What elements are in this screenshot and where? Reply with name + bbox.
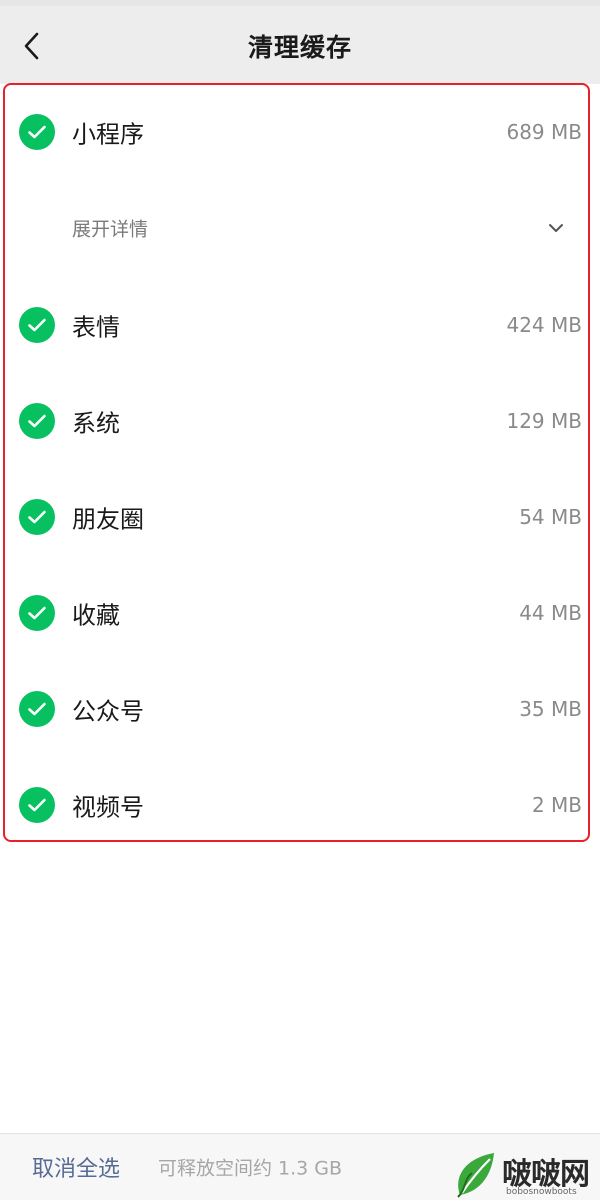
item-label: 朋友圈 [72,505,144,534]
item-size: 2 MB [531,793,582,817]
checkmark-icon [28,318,46,332]
item-label: 视频号 [72,793,144,822]
cache-item-stickers[interactable]: 表情 424 MB [0,293,600,357]
item-size: 54 MB [519,505,582,529]
item-size: 35 MB [519,697,582,721]
item-label: 小程序 [72,120,144,149]
cache-item-mini-programs[interactable]: 小程序 689 MB [0,100,600,164]
cache-item-channels[interactable]: 视频号 2 MB [0,773,600,837]
watermark-logo: 啵啵网 bobosnowboots [452,1147,600,1200]
top-header: 清理缓存 [0,0,600,84]
checkmark-icon [28,510,46,524]
watermark-domain: bobosnowboots [506,1187,577,1197]
item-label: 系统 [72,409,120,438]
chevron-down-icon [549,224,563,232]
cache-item-favorites[interactable]: 收藏 44 MB [0,581,600,645]
cache-item-system[interactable]: 系统 129 MB [0,389,600,453]
cache-item-official-accounts[interactable]: 公众号 35 MB [0,677,600,741]
checkbox-checked[interactable] [19,114,55,150]
item-size: 689 MB [506,120,582,144]
deselect-all-button[interactable]: 取消全选 [32,1151,120,1183]
checkmark-icon [28,798,46,812]
item-size: 44 MB [519,601,582,625]
checkbox-checked[interactable] [19,691,55,727]
expand-details-label: 展开详情 [72,218,149,241]
leaf-logo-icon [457,1153,494,1198]
checkbox-checked[interactable] [19,499,55,535]
item-label: 收藏 [72,601,120,630]
cache-item-moments[interactable]: 朋友圈 54 MB [0,485,600,549]
status-bar-remnant [0,0,600,6]
expand-details-row[interactable]: 展开详情 [0,200,600,256]
checkmark-icon [28,414,46,428]
checkbox-checked[interactable] [19,307,55,343]
checkmark-icon [28,125,46,139]
free-space-estimate: 可释放空间约 1.3 GB [158,1157,343,1180]
checkbox-checked[interactable] [19,403,55,439]
checkbox-checked[interactable] [19,787,55,823]
item-size: 129 MB [506,409,582,433]
checkmark-icon [28,606,46,620]
item-size: 424 MB [506,313,582,337]
checkmark-icon [28,702,46,716]
item-label: 公众号 [72,697,144,726]
checkbox-checked[interactable] [19,595,55,631]
page-title: 清理缓存 [247,33,352,62]
item-label: 表情 [72,313,120,342]
